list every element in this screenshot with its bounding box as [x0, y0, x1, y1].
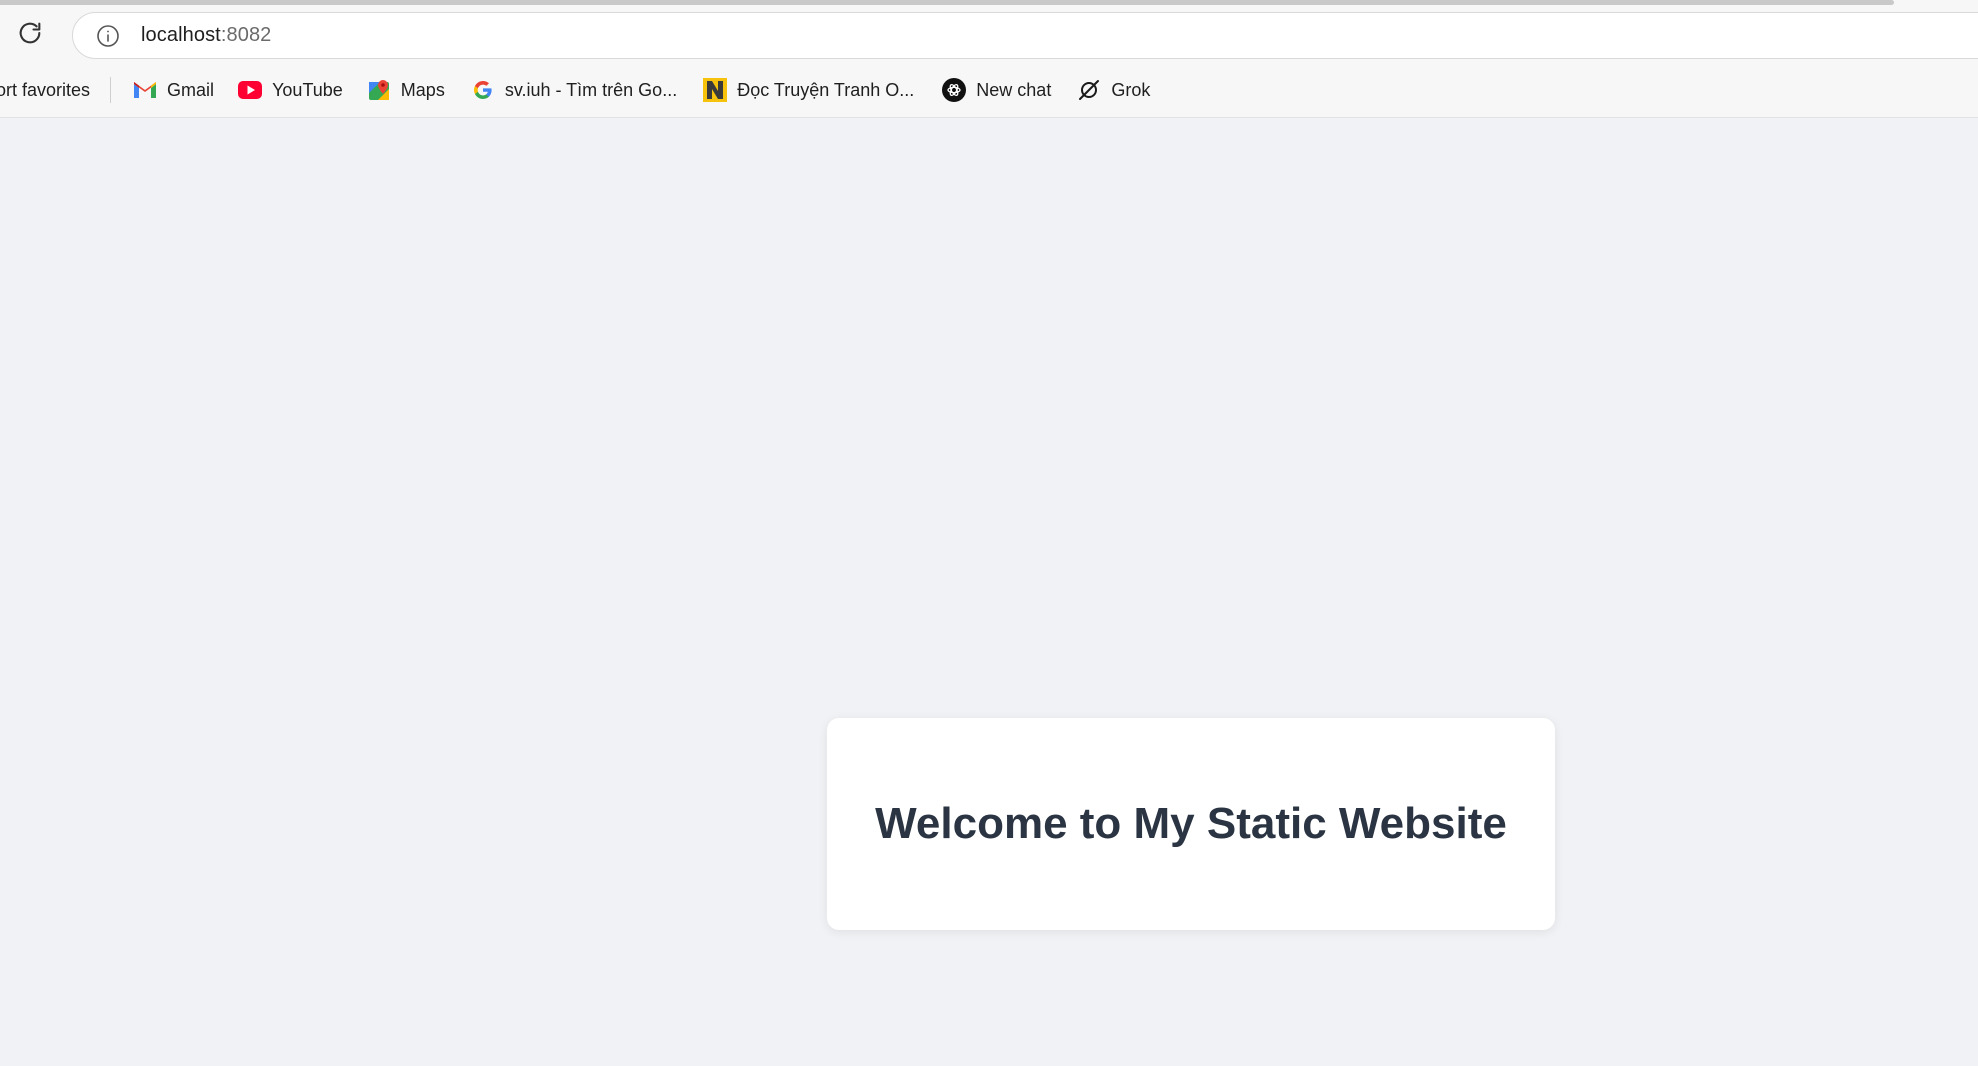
maps-icon: [367, 78, 391, 102]
bookmark-import-favorites[interactable]: ort favorites: [0, 72, 90, 108]
bookmark-label: ort favorites: [0, 79, 91, 100]
url-text[interactable]: localhost:8082: [141, 24, 271, 47]
bookmark-label: Gmail: [167, 79, 215, 100]
gmail-icon: [133, 78, 157, 102]
reload-icon: [16, 19, 44, 52]
bookmark-label: YouTube: [272, 79, 343, 100]
bookmark-youtube[interactable]: YouTube: [238, 72, 343, 108]
google-icon: [471, 78, 495, 102]
bookmark-label: New chat: [976, 79, 1052, 100]
reload-button[interactable]: [12, 17, 48, 53]
info-icon[interactable]: [95, 23, 121, 49]
page-viewport: Welcome to My Static Website: [0, 118, 1978, 1066]
bookmarks-divider: [110, 77, 112, 103]
bookmark-grok[interactable]: Grok: [1077, 72, 1150, 108]
bookmark-doc-truyen[interactable]: Đọc Truyện Tranh O...: [703, 72, 914, 108]
bookmark-gmail[interactable]: Gmail: [133, 72, 214, 108]
n-logo-icon: [703, 78, 728, 102]
bookmark-google-search[interactable]: sv.iuh - Tìm trên Go...: [471, 72, 677, 108]
chatgpt-icon: [942, 78, 967, 102]
bookmark-label: sv.iuh - Tìm trên Go...: [504, 79, 678, 100]
url-port: :8082: [220, 24, 272, 46]
page-title: Welcome to My Static Website: [875, 799, 1507, 848]
bookmark-label: Đọc Truyện Tranh O...: [737, 79, 915, 100]
address-bar[interactable]: localhost:8082: [72, 12, 1978, 59]
url-host: localhost: [141, 24, 221, 46]
bookmarks-bar: ort favorites Gmail YouTube Maps sv.iuh …: [0, 72, 1150, 108]
browser-chrome: localhost:8082 ort favorites Gmail YouTu…: [0, 0, 1978, 118]
bookmark-label: Maps: [400, 79, 445, 100]
tab-strip-edge: [0, 0, 1894, 5]
bookmark-maps[interactable]: Maps: [367, 72, 445, 108]
youtube-icon: [238, 78, 263, 102]
welcome-card: Welcome to My Static Website: [827, 718, 1555, 930]
grok-icon: [1077, 78, 1101, 102]
bookmark-new-chat[interactable]: New chat: [942, 72, 1051, 108]
bookmark-label: Grok: [1111, 79, 1151, 100]
